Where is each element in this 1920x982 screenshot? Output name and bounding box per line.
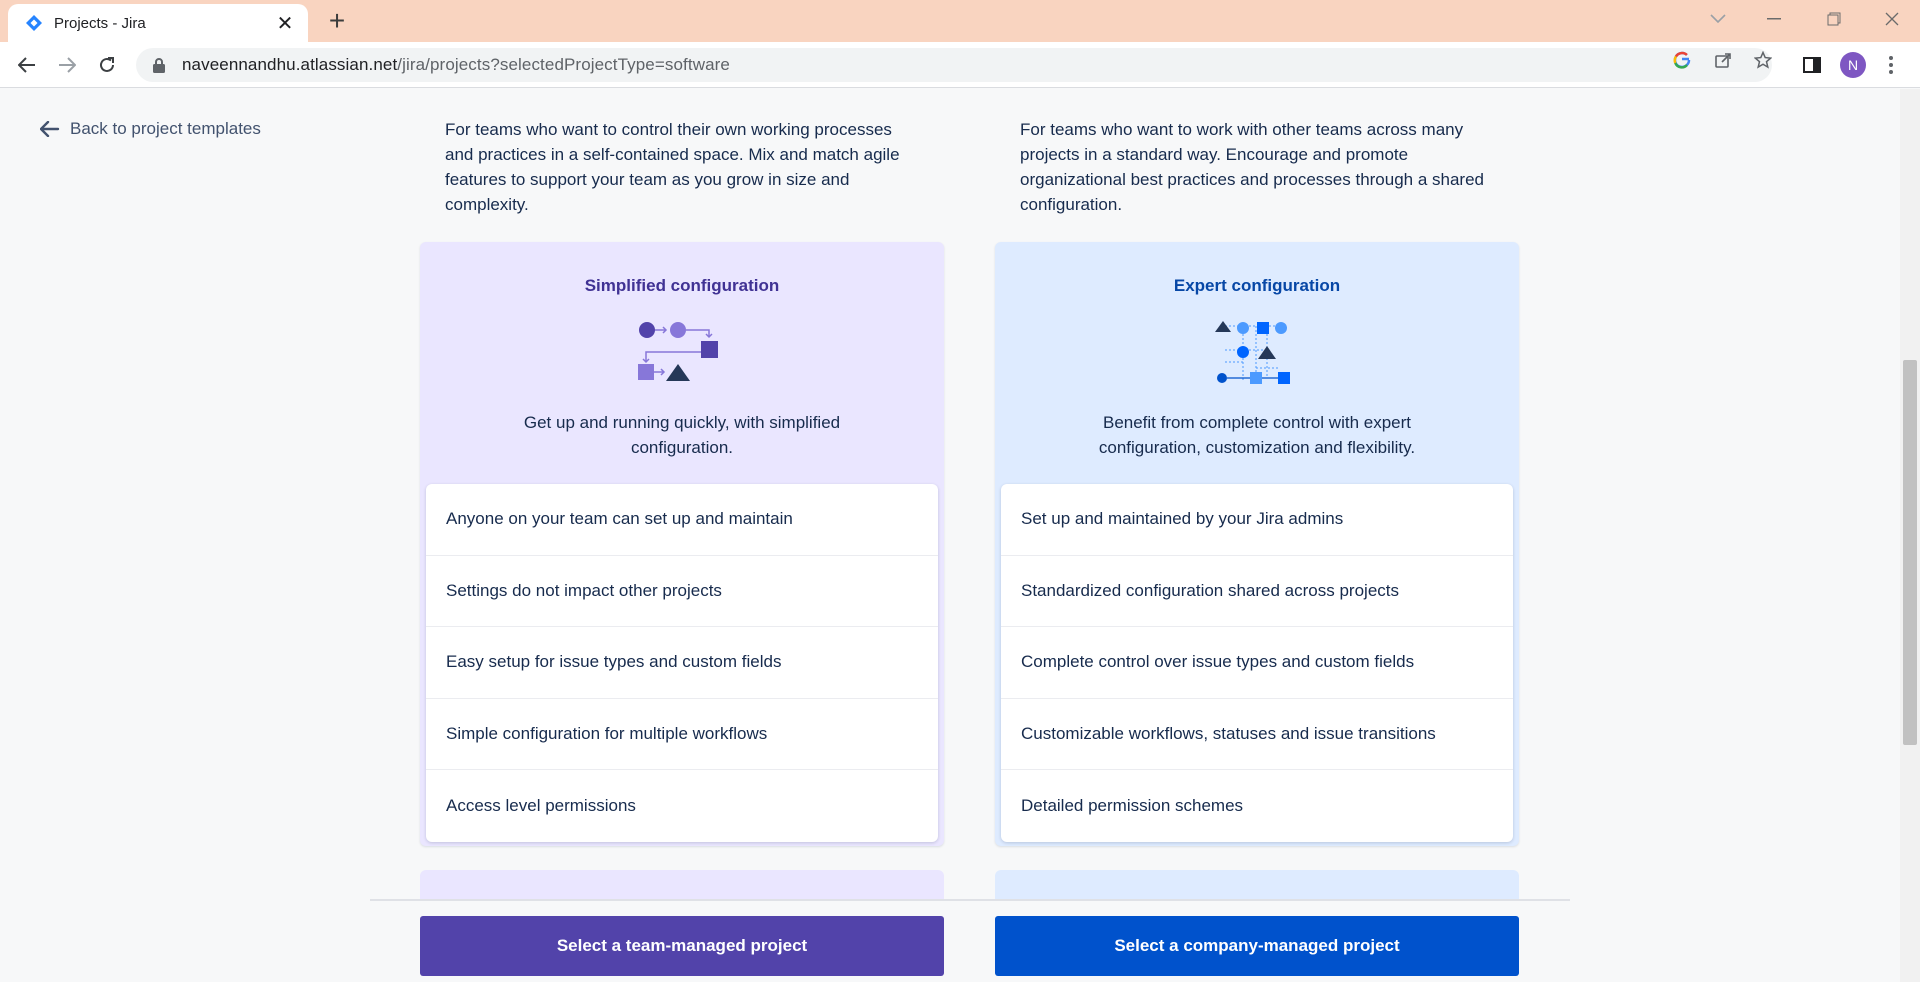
google-lens-icon[interactable] xyxy=(1672,50,1692,70)
feature-item: Customizable workflows, statuses and iss… xyxy=(1001,699,1513,770)
browser-menu-icon[interactable] xyxy=(1884,52,1898,78)
feature-item: Easy setup for issue types and custom fi… xyxy=(426,627,938,699)
url-host: naveennandhu.atlassian.net xyxy=(182,55,398,74)
feature-item: Settings do not impact other projects xyxy=(426,556,938,627)
lock-icon[interactable] xyxy=(152,57,166,73)
close-window-icon[interactable] xyxy=(1870,4,1914,34)
jira-favicon-icon xyxy=(24,13,44,33)
feature-list: Set up and maintained by your Jira admin… xyxy=(1001,484,1513,842)
url-text: naveennandhu.atlassian.net/jira/projects… xyxy=(182,55,730,75)
card-title: Expert configuration xyxy=(1173,276,1341,295)
browser-toolbar: naveennandhu.atlassian.net/jira/projects… xyxy=(0,42,1920,88)
scrollbar-thumb[interactable] xyxy=(1903,360,1917,745)
team-managed-description: For teams who want to control their own … xyxy=(445,120,900,214)
tab-search-icon[interactable] xyxy=(1696,4,1740,34)
feature-item: Complete control over issue types and cu… xyxy=(1001,627,1513,699)
back-to-templates-link[interactable]: Back to project templates xyxy=(39,119,261,139)
share-icon[interactable] xyxy=(1713,50,1733,70)
tab-title: Projects - Jira xyxy=(54,14,146,32)
minimize-icon[interactable] xyxy=(1752,4,1796,34)
expert-configuration-card: Expert configuration Benefit from comple… xyxy=(995,242,1519,846)
select-team-managed-button[interactable]: Select a team-managed project xyxy=(420,916,944,976)
reload-icon[interactable] xyxy=(92,50,122,80)
back-arrow-icon[interactable] xyxy=(12,50,42,80)
feature-list: Anyone on your team can set up and maint… xyxy=(426,484,938,842)
close-tab-icon[interactable]: ✕ xyxy=(274,11,296,36)
address-bar[interactable]: naveennandhu.atlassian.net/jira/projects… xyxy=(136,48,1772,82)
feature-item: Standardized configuration shared across… xyxy=(1001,556,1513,627)
card-subtitle: Get up and running quickly, with simplif… xyxy=(523,413,841,457)
forward-arrow-icon[interactable] xyxy=(52,50,82,80)
feature-item: Simple configuration for multiple workfl… xyxy=(426,699,938,770)
feature-item: Detailed permission schemes xyxy=(1021,795,1244,815)
browser-tab[interactable]: Projects - Jira ✕ xyxy=(8,4,308,42)
feature-item: Access level permissions xyxy=(446,795,636,815)
page-content: Back to project templates For teams who … xyxy=(0,89,1900,982)
card-subtitle: Benefit from complete control with exper… xyxy=(1098,413,1416,457)
profile-avatar[interactable]: N xyxy=(1840,52,1866,78)
select-company-managed-button[interactable]: Select a company-managed project xyxy=(995,916,1519,976)
new-tab-button[interactable]: + xyxy=(322,5,352,36)
company-managed-description: For teams who want to work with other te… xyxy=(1020,120,1485,214)
expert-workflow-icon xyxy=(1215,321,1290,384)
feature-item: Set up and maintained by your Jira admin… xyxy=(1001,484,1513,556)
back-link-label: Back to project templates xyxy=(70,119,261,138)
arrow-left-icon xyxy=(39,120,60,138)
simplified-configuration-card: Simplified configuration Get up and runn… xyxy=(420,242,944,846)
bookmark-star-icon[interactable] xyxy=(1753,50,1773,70)
simplified-workflow-icon xyxy=(638,322,718,381)
side-panel-icon[interactable] xyxy=(1801,54,1823,76)
feature-item: Anyone on your team can set up and maint… xyxy=(426,484,938,556)
restore-icon[interactable] xyxy=(1812,4,1856,34)
browser-tab-strip: Projects - Jira ✕ + xyxy=(0,0,1920,42)
card-title: Simplified configuration xyxy=(584,276,780,295)
url-path: /jira/projects?selectedProjectType=softw… xyxy=(397,55,730,74)
